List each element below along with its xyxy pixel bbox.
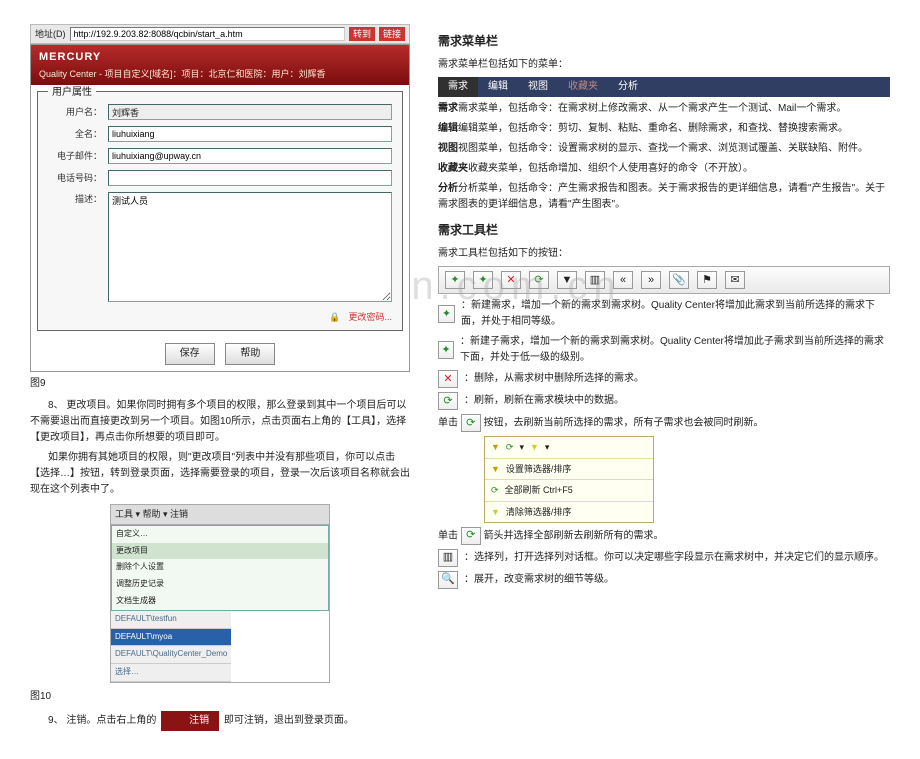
qc-window: MERCURY Quality Center - 项目自定义[域名]：项目：北京… <box>30 44 410 372</box>
row-refresh: ⟳ ：刷新，刷新在需求模块中的数据。 <box>438 392 890 410</box>
indent-right-icon[interactable]: » <box>641 271 661 289</box>
qc-title-line: Quality Center - 项目自定义[域名]：项目：北京仁和医院：用户：… <box>39 67 401 81</box>
dialog-button-row: 保存 帮助 <box>31 337 409 371</box>
field-label-fullname: 全名： <box>48 127 108 141</box>
row-delete: ✕ ：删除，从需求树中删除所选择的需求。 <box>438 370 890 388</box>
field-email[interactable] <box>108 148 392 164</box>
row-refresh-single: 单击 ⟳ 按钮，去刷新当前所选择的需求，所有子需求也会被同时刷新。 <box>438 414 890 432</box>
desc-analyze-menu: 分析分析菜单，包括命令：产生需求报告和图表。关于需求报告的更详细信息，请看"产生… <box>438 181 890 213</box>
dd-refresh-all[interactable]: ⟳全部刷新 Ctrl+F5 <box>485 479 653 500</box>
help-button[interactable]: 帮助 <box>225 343 275 365</box>
heading-menu-bar: 需求菜单栏 <box>438 32 890 51</box>
delete-icon[interactable]: ✕ <box>501 271 521 289</box>
field-label-username: 用户名： <box>48 105 108 119</box>
dd-filter-icons: ▼⟳▾▼▾ <box>485 437 653 457</box>
save-button[interactable]: 保存 <box>165 343 215 365</box>
field-label-phone: 电话号码： <box>48 171 108 185</box>
refresh-icon: ⟳ <box>438 392 458 410</box>
attach-icon[interactable]: 📎 <box>669 271 689 289</box>
columns-icon[interactable]: ▥ <box>585 271 605 289</box>
field-fullname[interactable] <box>108 126 392 142</box>
req-toolbar: ✦ ✦ ✕ ⟳ ▼ ▥ « » 📎 ⚑ ✉ <box>438 266 890 294</box>
refresh-dropdown: ▼⟳▾▼▾ ▼设置筛选器/排序 ⟳全部刷新 Ctrl+F5 ▼清除筛选器/排序 <box>484 436 654 523</box>
new-child-req-icon: ✦ <box>438 341 454 359</box>
menu-edit[interactable]: 编辑 <box>478 77 518 97</box>
field-label-desc: 描述： <box>48 192 108 206</box>
links-button[interactable]: 链接 <box>379 27 405 41</box>
req-menubar: 需求 编辑 视图 收藏夹 分析 <box>438 77 890 97</box>
para-change-project-b: 如果你拥有其她项目的权限，则"更改项目"列表中并没有那些项目，你可以点击【选择…… <box>30 450 410 498</box>
new-req-icon[interactable]: ✦ <box>445 271 465 289</box>
desc-columns: ：选择列，打开选择列对话框。你可以决定哪些字段显示在需求树中，并决定它们的显示顺… <box>464 550 884 566</box>
desc-delete: ：删除，从需求树中删除所选择的需求。 <box>464 371 644 387</box>
menu-clear-personal[interactable]: 删除个人设置 <box>112 559 328 576</box>
refresh-dropdown-icon: ⟳ <box>461 527 481 545</box>
flag-icon[interactable]: ⚑ <box>697 271 717 289</box>
zoom-icon: 🔍 <box>438 571 458 589</box>
indent-left-icon[interactable]: « <box>613 271 633 289</box>
addr-input[interactable] <box>70 27 345 41</box>
panel-title: 用户属性 <box>48 85 96 101</box>
menu-intro: 需求菜单栏包括如下的菜单： <box>438 57 890 73</box>
menu-fav[interactable]: 收藏夹 <box>558 77 608 97</box>
para-logout: 9、 注销。点击右上角的 注销 即可注销，退出到登录页面。 <box>30 711 410 731</box>
tools-menu-screenshot: 工具 ▾ 帮助 ▾ 注销 自定义… 更改项目 删除个人设置 调整历史记录 文档生… <box>110 504 330 683</box>
menu-view[interactable]: 视图 <box>518 77 558 97</box>
row-refresh-all-text: 单击 ⟳ 箭头并选择全部刷新去刷新所有的需求。 <box>438 527 890 545</box>
desc-refresh: ：刷新，刷新在需求模块中的数据。 <box>464 393 624 409</box>
user-props-panel: 用户属性 用户名： 刘辉香 全名： 电子邮件： 电话号码 <box>37 91 403 331</box>
menu-doc-generator[interactable]: 文档生成器 <box>112 593 328 610</box>
new-req-icon: ✦ <box>438 305 455 323</box>
logout-button[interactable]: 注销 <box>161 711 219 731</box>
refresh-icon: ⟳ <box>461 414 481 432</box>
field-username: 刘辉香 <box>108 104 392 120</box>
desc-view-menu: 视图视图菜单，包括命令：设置需求树的显示、查找一个需求、浏览测试覆盖、关联缺陷、… <box>438 141 890 157</box>
toolbar-intro: 需求工具栏包括如下的按钮： <box>438 246 890 262</box>
menu-analyze[interactable]: 分析 <box>608 77 648 97</box>
heading-toolbar: 需求工具栏 <box>438 221 890 240</box>
field-phone[interactable] <box>108 170 392 186</box>
menu-change-project[interactable]: 更改项目 <box>112 543 328 560</box>
desc-zoom: ：展开，改变需求树的细节等级。 <box>464 572 614 588</box>
browser-address-bar: 地址(D) 转到 链接 <box>30 24 410 44</box>
desc-req-menu: 需求需求菜单，包括命令：在需求树上修改需求、从一个需求产生一个测试、Mail一个… <box>438 101 890 117</box>
desc-new-child-req: ：新建子需求，增加一个新的需求到需求树。Quality Center将增加此子需… <box>460 334 890 366</box>
logout-text-b: 即可注销，退出到登录页面。 <box>224 715 354 726</box>
new-child-req-icon[interactable]: ✦ <box>473 271 493 289</box>
row-new-child-req: ✦ ：新建子需求，增加一个新的需求到需求树。Quality Center将增加此… <box>438 334 890 366</box>
filter-icon[interactable]: ▼ <box>557 271 577 289</box>
row-zoom: 🔍 ：展开，改变需求树的细节等级。 <box>438 571 890 589</box>
row-new-req: ✦ ：新建需求，增加一个新的需求到需求树。Quality Center将增加此需… <box>438 298 890 330</box>
field-label-email: 电子邮件： <box>48 149 108 163</box>
menu-select[interactable]: 选择… <box>111 664 231 682</box>
menu-toolbar: 工具 ▾ 帮助 ▾ 注销 <box>111 505 329 524</box>
figure9-label: 图9 <box>30 376 410 392</box>
lock-icon: 🔒 <box>329 310 340 324</box>
go-button[interactable]: 转到 <box>349 27 375 41</box>
para-change-project: 8、 更改项目。如果你同时拥有多个项目的权限，那么登录到其中一个项目后可以不需要… <box>30 398 410 446</box>
menu-req[interactable]: 需求 <box>438 77 478 97</box>
proj-item[interactable]: DEFAULT\QualityCenter_Demo <box>111 646 231 664</box>
proj-item[interactable]: DEFAULT\myoa <box>111 629 231 647</box>
desc-new-req: ：新建需求，增加一个新的需求到需求树。Quality Center将增加此需求到… <box>461 298 890 330</box>
delete-icon: ✕ <box>438 370 458 388</box>
figure10-label: 图10 <box>30 689 410 705</box>
field-desc[interactable]: 测试人员 <box>108 192 392 302</box>
desc-edit-menu: 编辑编辑菜单，包括命令：剪切、复制、粘贴、重命名、删除需求，和查找、替换搜索需求… <box>438 121 890 137</box>
desc-fav-menu: 收藏夹收藏夹菜单，包括命增加、组织个人使用喜好的命令（不开放）。 <box>438 161 890 177</box>
change-password-link[interactable]: 更改密码... <box>348 310 392 324</box>
dd-set-filter[interactable]: ▼设置筛选器/排序 <box>485 458 653 479</box>
addr-label: 地址(D) <box>35 27 66 41</box>
mail-icon[interactable]: ✉ <box>725 271 745 289</box>
proj-item[interactable]: DEFAULT\testfun <box>111 611 231 629</box>
mercury-logo: MERCURY <box>39 49 401 67</box>
row-columns: ▥ ：选择列，打开选择列对话框。你可以决定哪些字段显示在需求树中，并决定它们的显… <box>438 549 890 567</box>
dd-clear-filter[interactable]: ▼清除筛选器/排序 <box>485 501 653 522</box>
menu-adjust-history[interactable]: 调整历史记录 <box>112 576 328 593</box>
menu-customize[interactable]: 自定义… <box>112 526 328 543</box>
qc-header: MERCURY Quality Center - 项目自定义[域名]：项目：北京… <box>31 45 409 85</box>
refresh-icon[interactable]: ⟳ <box>529 271 549 289</box>
logout-text-a: 9、 注销。点击右上角的 <box>48 715 156 726</box>
columns-icon: ▥ <box>438 549 458 567</box>
